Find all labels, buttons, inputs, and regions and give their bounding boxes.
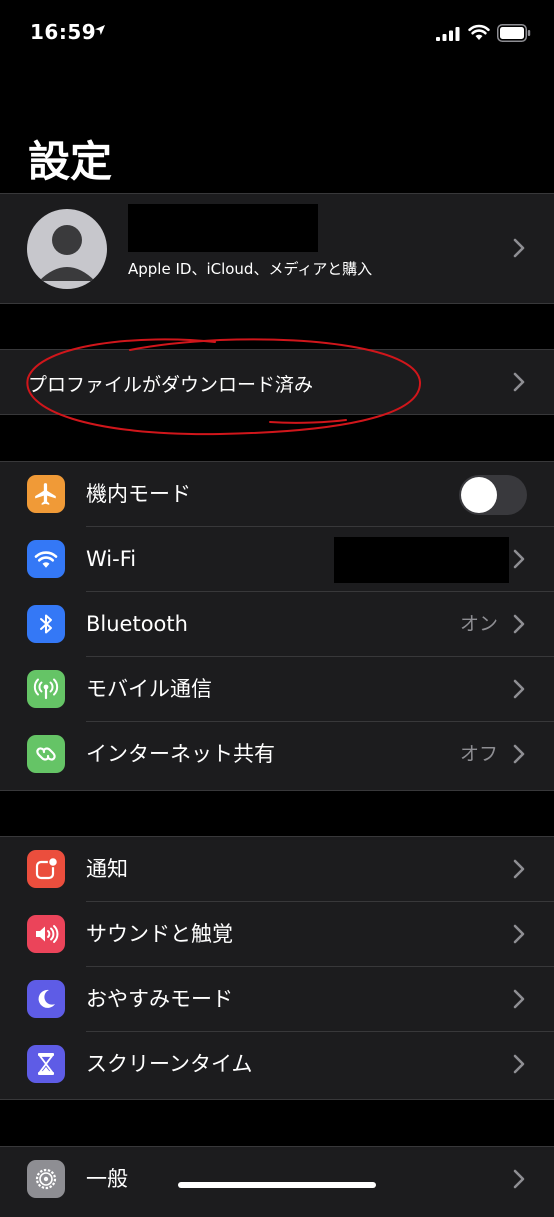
chevron-right-icon [513, 1169, 525, 1189]
antenna-icon [33, 678, 59, 700]
do-not-disturb-row[interactable]: おやすみモード [0, 967, 554, 1032]
redacted-network-name [334, 537, 509, 583]
notification-icon [35, 856, 59, 880]
chevron-right-icon [513, 679, 525, 699]
wifi-row[interactable]: Wi-Fi [0, 527, 554, 592]
bluetooth-value: オン [459, 613, 498, 635]
moon-icon [38, 989, 55, 1008]
bluetooth-row[interactable]: Bluetooth オン [0, 592, 554, 657]
wifi-icon-tile [27, 540, 65, 578]
link-icon [36, 747, 56, 761]
chevron-right-icon [513, 924, 525, 944]
toggle-knob [461, 477, 497, 513]
hotspot-value: オフ [459, 743, 498, 765]
wifi-status-icon [468, 24, 490, 40]
speaker-icon [36, 925, 59, 943]
sounds-label: サウンドと触覚 [86, 922, 233, 946]
cellular-signal-icon [436, 27, 460, 41]
hotspot-row[interactable]: インターネット共有 オフ [0, 722, 554, 787]
status-bar: 16:59 [0, 0, 554, 68]
apple-id-cell[interactable]: Apple ID、iCloud、メディアと購入 [0, 193, 554, 304]
gear-icon [35, 1168, 57, 1190]
battery-icon [497, 24, 531, 42]
hotspot-label: インターネット共有 [86, 742, 275, 766]
cellular-row[interactable]: モバイル通信 [0, 657, 554, 722]
bluetooth-label: Bluetooth [86, 612, 188, 636]
connectivity-group: 機内モード Wi-Fi Bluetooth オン モバイル通信 インターネット共… [0, 461, 554, 791]
chevron-right-icon [513, 744, 525, 764]
home-indicator[interactable] [178, 1182, 376, 1188]
antenna-icon-tile [27, 670, 65, 708]
hourglass-icon [38, 1053, 54, 1075]
do-not-disturb-label: おやすみモード [86, 987, 233, 1011]
chevron-right-icon [513, 1054, 525, 1074]
airplane-mode-row: 機内モード [0, 462, 554, 527]
link-icon-tile [27, 735, 65, 773]
airplane-mode-toggle[interactable] [459, 475, 527, 515]
screen-time-row[interactable]: スクリーンタイム [0, 1032, 554, 1097]
wifi-label: Wi-Fi [86, 547, 137, 571]
airplane-icon-tile [27, 475, 65, 513]
bluetooth-icon [40, 614, 52, 634]
profile-downloaded-label: プロファイルがダウンロード済み [28, 374, 314, 396]
general-row[interactable]: 一般 [0, 1147, 554, 1212]
airplane-icon [35, 483, 56, 505]
notifications-label: 通知 [86, 857, 128, 881]
avatar [27, 209, 107, 289]
hourglass-icon-tile [27, 1045, 65, 1083]
chevron-right-icon [513, 989, 525, 1009]
cellular-label: モバイル通信 [86, 677, 212, 701]
airplane-mode-label: 機内モード [86, 482, 191, 506]
chevron-right-icon [513, 238, 525, 258]
redacted-name [128, 204, 318, 252]
moon-icon-tile [27, 980, 65, 1018]
chevron-right-icon [513, 372, 525, 392]
notifications-row[interactable]: 通知 [0, 837, 554, 902]
gear-icon-tile [27, 1160, 65, 1198]
notification-icon-tile [27, 850, 65, 888]
profile-downloaded-cell[interactable]: プロファイルがダウンロード済み [0, 349, 554, 415]
apple-id-subtitle: Apple ID、iCloud、メディアと購入 [128, 260, 373, 278]
screen-time-label: スクリーンタイム [86, 1052, 253, 1076]
speaker-icon-tile [27, 915, 65, 953]
chevron-right-icon [513, 859, 525, 879]
chevron-right-icon [513, 549, 525, 569]
person-icon [39, 225, 95, 281]
general-label: 一般 [86, 1167, 128, 1191]
sounds-row[interactable]: サウンドと触覚 [0, 902, 554, 967]
wifi-icon [34, 551, 58, 568]
chevron-right-icon [513, 614, 525, 634]
page-title: 設定 [28, 137, 113, 186]
status-time: 16:59 [30, 20, 97, 44]
bluetooth-icon-tile [27, 605, 65, 643]
location-arrow-icon [95, 25, 105, 35]
notifications-group: 通知 サウンドと触覚 おやすみモード スクリーンタイム [0, 836, 554, 1100]
